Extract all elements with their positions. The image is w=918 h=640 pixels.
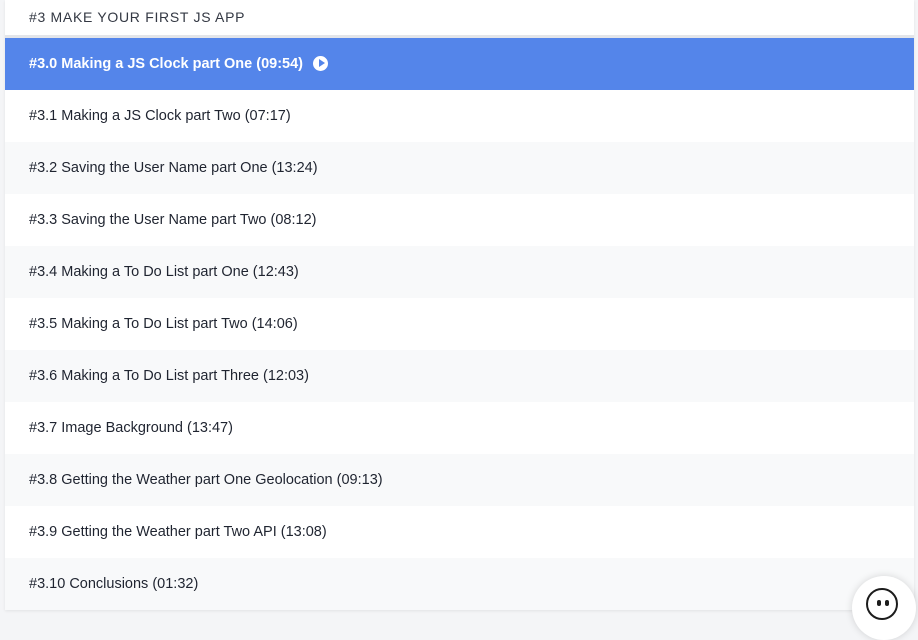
lesson-label: #3.8 Getting the Weather part One Geoloc… — [29, 472, 383, 488]
lesson-label: #3.1 Making a JS Clock part Two (07:17) — [29, 108, 291, 124]
lesson-item-3-2[interactable]: #3.2 Saving the User Name part One (13:2… — [5, 142, 914, 194]
section-title: #3 MAKE YOUR FIRST JS APP — [5, 0, 914, 38]
lesson-item-3-4[interactable]: #3.4 Making a To Do List part One (12:43… — [5, 246, 914, 298]
lesson-item-3-10[interactable]: #3.10 Conclusions (01:32) — [5, 558, 914, 610]
lesson-label: #3.9 Getting the Weather part Two API (1… — [29, 524, 327, 540]
chat-widget-button[interactable] — [852, 576, 916, 640]
lesson-label: #3.2 Saving the User Name part One (13:2… — [29, 160, 318, 176]
lesson-label: #3.0 Making a JS Clock part One (09:54) — [29, 56, 303, 72]
lesson-item-3-1[interactable]: #3.1 Making a JS Clock part Two (07:17) — [5, 90, 914, 142]
lesson-item-3-0[interactable]: #3.0 Making a JS Clock part One (09:54) — [5, 38, 914, 90]
lesson-label: #3.7 Image Background (13:47) — [29, 420, 233, 436]
lesson-label: #3.3 Saving the User Name part Two (08:1… — [29, 212, 317, 228]
lesson-list-panel: #3 MAKE YOUR FIRST JS APP #3.0 Making a … — [5, 0, 914, 610]
lesson-label: #3.4 Making a To Do List part One (12:43… — [29, 264, 299, 280]
lesson-label: #3.5 Making a To Do List part Two (14:06… — [29, 316, 298, 332]
lesson-item-3-3[interactable]: #3.3 Saving the User Name part Two (08:1… — [5, 194, 914, 246]
lesson-item-3-7[interactable]: #3.7 Image Background (13:47) — [5, 402, 914, 454]
lesson-item-3-5[interactable]: #3.5 Making a To Do List part Two (14:06… — [5, 298, 914, 350]
lesson-item-3-9[interactable]: #3.9 Getting the Weather part Two API (1… — [5, 506, 914, 558]
lesson-label: #3.10 Conclusions (01:32) — [29, 576, 199, 592]
play-circle-icon — [313, 55, 328, 71]
lesson-label: #3.6 Making a To Do List part Three (12:… — [29, 368, 309, 384]
lesson-item-3-8[interactable]: #3.8 Getting the Weather part One Geoloc… — [5, 454, 914, 506]
lesson-item-3-6[interactable]: #3.6 Making a To Do List part Three (12:… — [5, 350, 914, 402]
chat-face-icon — [866, 588, 898, 620]
